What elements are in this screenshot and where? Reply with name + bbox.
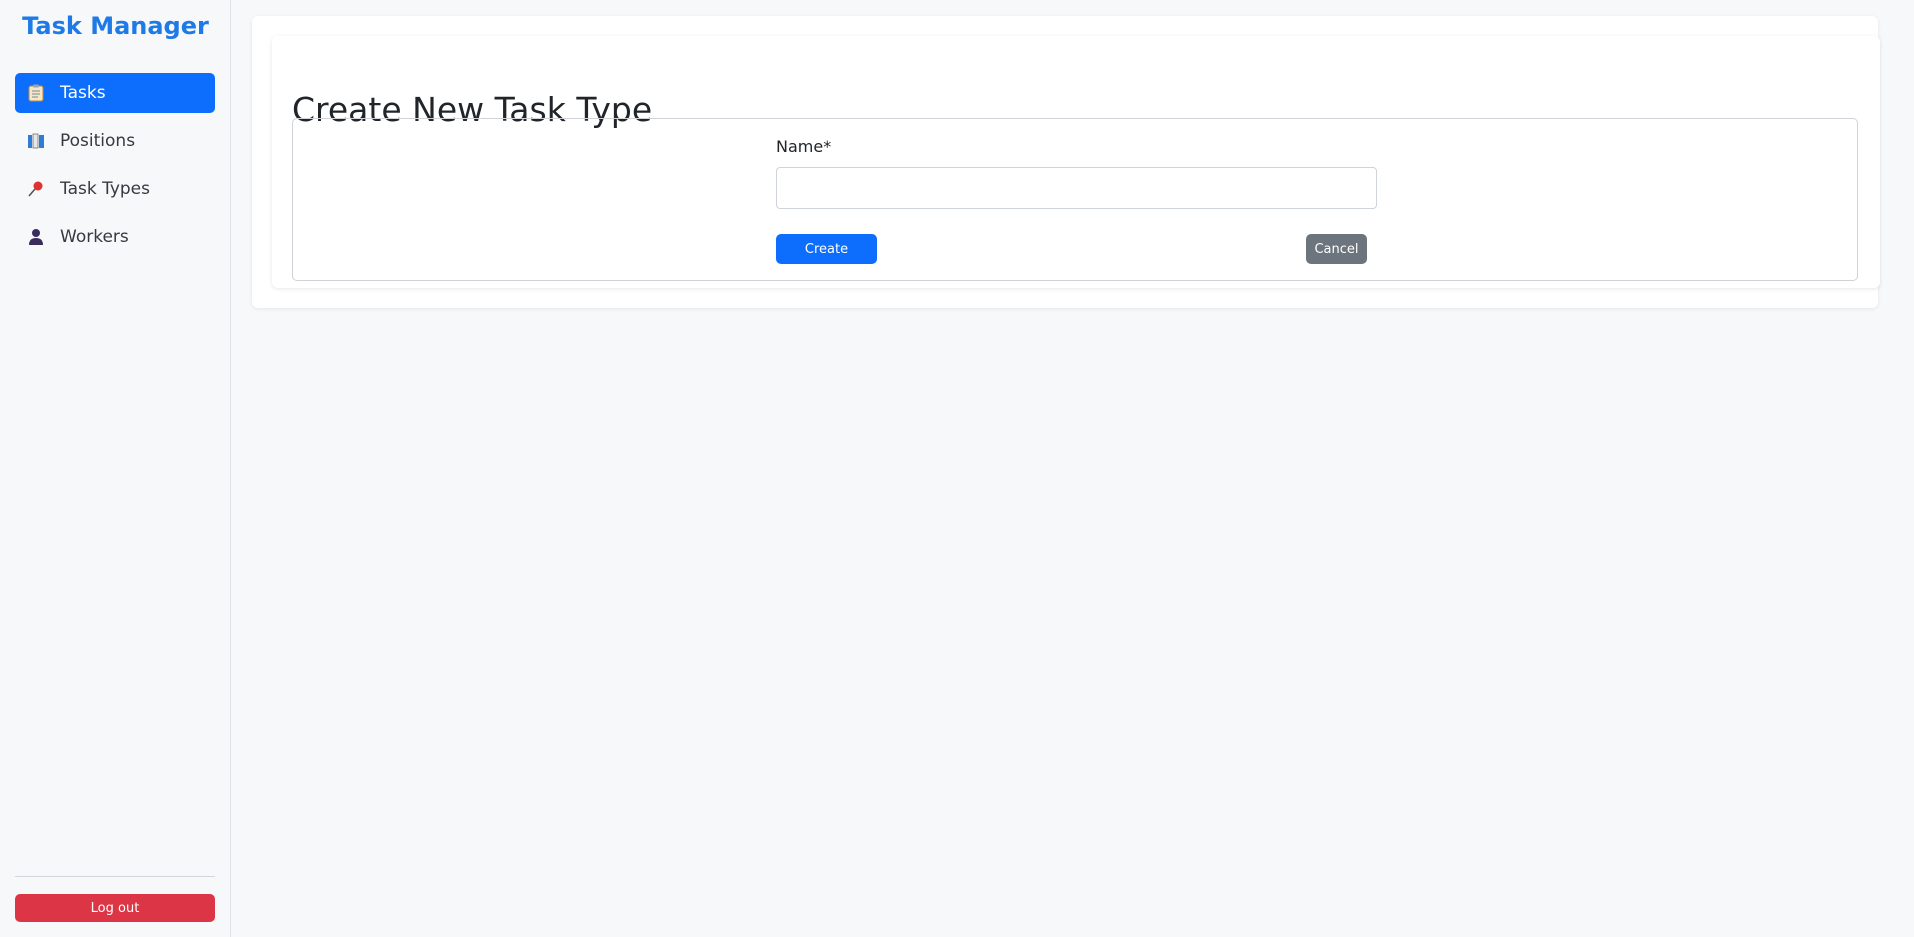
sidebar-item-label: Positions (60, 131, 136, 151)
sidebar-item-workers[interactable]: Workers (15, 217, 215, 257)
sidebar-divider (15, 876, 215, 877)
books-icon (27, 132, 45, 150)
sidebar-item-label: Tasks (60, 83, 106, 103)
create-task-type-form: Name* Create Cancel (292, 118, 1858, 281)
sidebar-item-tasks[interactable]: Tasks (15, 73, 215, 113)
name-input[interactable] (776, 167, 1377, 209)
cancel-button[interactable]: Cancel (1306, 234, 1367, 264)
sidebar-item-label: Workers (60, 227, 129, 247)
person-icon (27, 228, 45, 246)
app-title: Task Manager (22, 12, 209, 40)
app-root: Task Manager Tasks Positions Task Types … (0, 0, 1914, 937)
form-card: Create New Task Type Name* Create Cancel (272, 36, 1880, 288)
main-content: Create New Task Type Name* Create Cancel (231, 0, 1914, 937)
name-label: Name* (776, 137, 832, 156)
logout-button[interactable]: Log out (15, 894, 215, 922)
create-button[interactable]: Create (776, 234, 877, 264)
sidebar-item-label: Task Types (60, 179, 150, 199)
clipboard-icon (27, 84, 45, 102)
sidebar: Task Manager Tasks Positions Task Types … (0, 0, 231, 937)
pushpin-icon (27, 180, 45, 198)
sidebar-nav: Tasks Positions Task Types Workers (15, 73, 215, 265)
sidebar-item-positions[interactable]: Positions (15, 121, 215, 161)
sidebar-item-task-types[interactable]: Task Types (15, 169, 215, 209)
content-card: Create New Task Type Name* Create Cancel (252, 16, 1880, 308)
